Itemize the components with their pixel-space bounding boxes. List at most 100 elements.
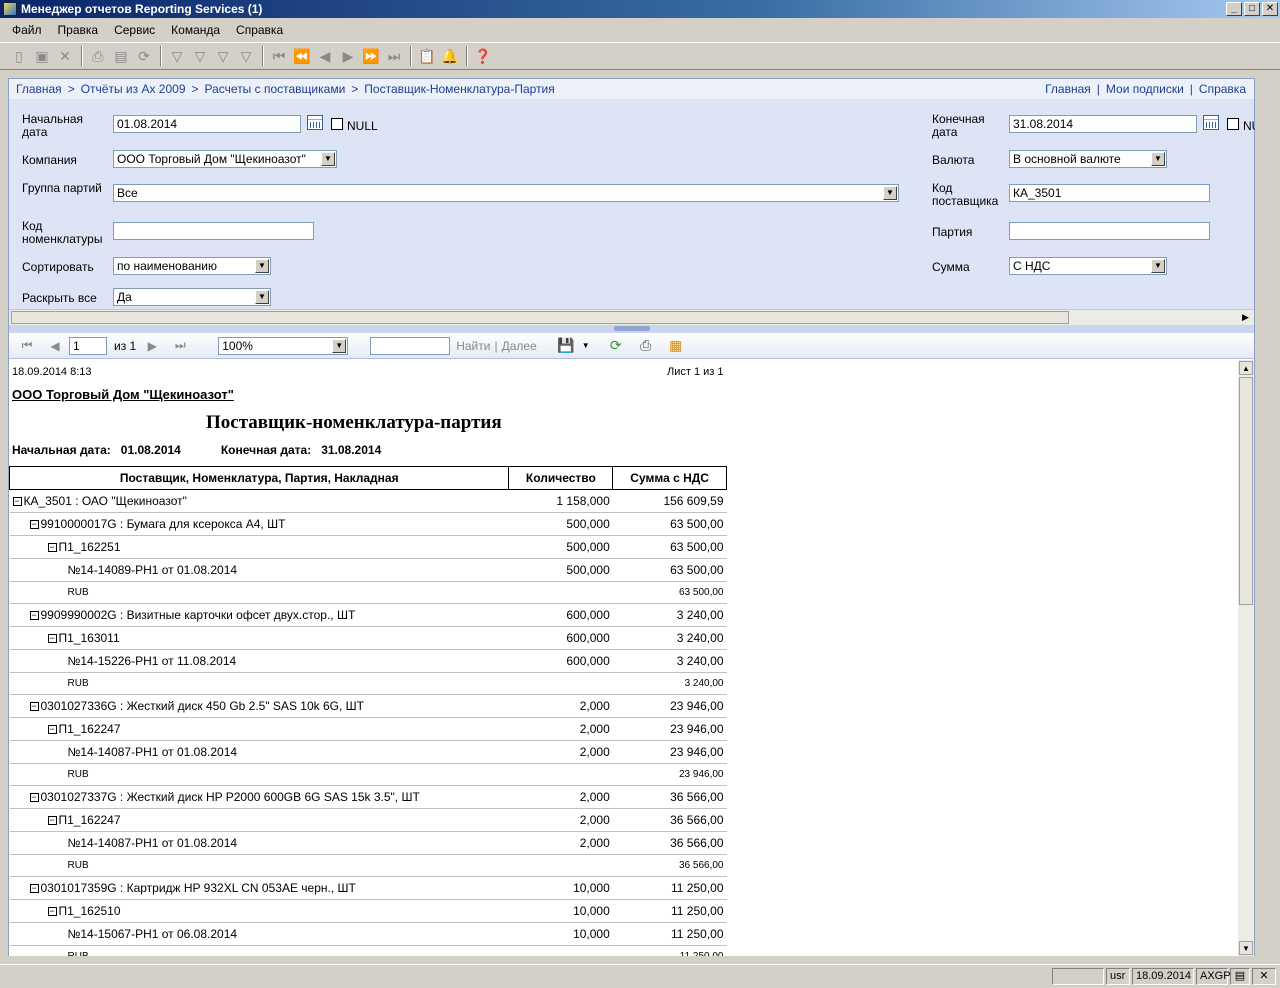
previous-record-icon[interactable]: ◀ <box>314 45 336 67</box>
data-feed-icon[interactable]: ▦ <box>667 337 685 355</box>
end-date-null-checkbox[interactable] <box>1227 118 1239 130</box>
party-input[interactable] <box>1009 222 1210 240</box>
nav-home-link[interactable]: Главная <box>1045 82 1091 96</box>
breadcrumb-current-report[interactable]: Поставщик-Номенклатура-Партия <box>364 82 554 96</box>
calendar-icon[interactable] <box>1203 115 1219 130</box>
collapse-toggle-icon[interactable]: − <box>29 520 39 530</box>
advanced-filter-icon[interactable]: ▽ <box>212 45 234 67</box>
zoom-select[interactable]: 100% ▼ <box>218 336 349 355</box>
parameters-splitter[interactable] <box>9 325 1254 333</box>
collapse-grip-icon[interactable] <box>614 326 650 331</box>
row-label: КА_3501 : ОАО "Щекиноазот" <box>23 494 187 508</box>
collapse-toggle-icon[interactable]: − <box>29 884 39 894</box>
start-date-null-checkbox[interactable] <box>331 118 343 130</box>
save-icon[interactable]: ▣ <box>31 45 53 67</box>
end-date-label: Конечная дата <box>932 112 985 139</box>
help-icon[interactable]: ❓ <box>472 45 494 67</box>
collapse-toggle-icon[interactable]: − <box>47 725 57 735</box>
cell-sum: 23 946,00 <box>612 694 727 718</box>
collapse-toggle-icon[interactable]: − <box>29 611 39 621</box>
sort-select[interactable]: по наименованию ▼ <box>113 257 271 275</box>
menu-edit[interactable]: Правка <box>52 23 105 37</box>
chevron-down-icon[interactable]: ▼ <box>255 290 269 304</box>
page-number-input[interactable]: 1 <box>69 336 107 355</box>
collapse-toggle-icon[interactable]: − <box>47 543 57 553</box>
refresh-icon[interactable]: ⟳ <box>133 45 155 67</box>
row-label: RUB <box>68 951 89 956</box>
chevron-down-icon[interactable]: ▼ <box>255 259 269 273</box>
collapse-toggle-icon[interactable]: − <box>47 907 57 917</box>
menu-command[interactable]: Команда <box>165 23 226 37</box>
filter-icon[interactable]: ▽ <box>166 45 188 67</box>
vendor-code-input[interactable]: КА_3501 <box>1009 184 1210 202</box>
party-group-select[interactable]: Все ▼ <box>113 184 899 202</box>
next-record-icon[interactable]: ▶ <box>337 45 359 67</box>
alert-bell-icon[interactable]: 🔔 <box>439 45 461 67</box>
menu-file[interactable]: Файл <box>6 23 48 37</box>
chevron-down-icon[interactable]: ▼ <box>577 337 595 355</box>
breadcrumb-vendor-settlements[interactable]: Расчеты с поставщиками <box>205 82 346 96</box>
sum-select[interactable]: С НДС ▼ <box>1009 257 1167 275</box>
close-button[interactable]: ✕ <box>1262 2 1278 16</box>
chevron-down-icon[interactable]: ▼ <box>1151 259 1165 273</box>
first-record-icon[interactable]: ⏮ <box>268 45 290 67</box>
currency-select[interactable]: В основной валюте ▼ <box>1009 150 1167 168</box>
status-close-icon[interactable]: ✕ <box>1252 968 1276 985</box>
new-icon[interactable]: ▯ <box>8 45 30 67</box>
menu-help[interactable]: Справка <box>230 23 289 37</box>
scrollbar-thumb[interactable] <box>11 311 1069 324</box>
scrollbar-thumb[interactable] <box>1239 377 1253 605</box>
export-icon[interactable]: 💾 <box>557 337 575 355</box>
maximize-button[interactable]: □ <box>1244 2 1260 16</box>
report-title: Поставщик-номенклатура-партия <box>206 412 502 433</box>
document-handling-icon[interactable]: 📋 <box>416 45 438 67</box>
item-code-input[interactable] <box>113 222 314 240</box>
report-vertical-scrollbar[interactable]: ▲ ▼ <box>1238 360 1254 956</box>
nav-subscriptions-link[interactable]: Мои подписки <box>1106 82 1184 96</box>
breadcrumb-home[interactable]: Главная <box>16 82 62 96</box>
chevron-down-icon[interactable]: ▼ <box>321 152 335 166</box>
print-preview-icon[interactable]: ▤ <box>110 45 132 67</box>
collapse-toggle-icon[interactable]: − <box>29 793 39 803</box>
menu-tools[interactable]: Сервис <box>108 23 161 37</box>
status-document-icon[interactable]: ▤ <box>1230 968 1250 985</box>
refresh-icon[interactable]: ⟳ <box>607 337 625 355</box>
chevron-down-icon[interactable]: ▼ <box>1151 152 1165 166</box>
last-record-icon[interactable]: ⏭ <box>383 45 405 67</box>
first-page-icon[interactable]: ⏮ <box>17 338 37 353</box>
filter-by-selection-icon[interactable]: ▽ <box>189 45 211 67</box>
collapse-toggle-icon[interactable]: − <box>47 634 57 644</box>
remove-filter-icon[interactable]: ▽ <box>235 45 257 67</box>
find-text-input[interactable] <box>370 336 451 355</box>
print-icon[interactable]: ⎙ <box>637 337 655 355</box>
app-icon <box>3 2 17 16</box>
previous-page-icon[interactable]: ⏪ <box>291 45 313 67</box>
last-page-icon[interactable]: ⏭ <box>170 338 190 353</box>
chevron-down-icon[interactable]: ▼ <box>883 186 897 200</box>
find-next-link[interactable]: Далее <box>502 339 537 353</box>
collapse-toggle-icon[interactable]: − <box>29 702 39 712</box>
find-link[interactable]: Найти <box>456 339 490 353</box>
previous-page-icon[interactable]: ◀ <box>45 339 65 353</box>
next-page-icon[interactable]: ⏩ <box>360 45 382 67</box>
calendar-icon[interactable] <box>307 115 323 130</box>
scroll-up-icon[interactable]: ▲ <box>1239 361 1253 375</box>
scroll-right-icon[interactable]: ▶ <box>1239 311 1252 324</box>
nav-help-link[interactable]: Справка <box>1199 82 1246 96</box>
company-select[interactable]: ООО Торговый Дом "Щекиноазот" ▼ <box>113 150 337 168</box>
next-page-icon[interactable]: ▶ <box>142 339 162 353</box>
collapse-toggle-icon[interactable]: − <box>47 816 57 826</box>
cell-quantity: 1 158,000 <box>508 489 613 513</box>
collapse-toggle-icon[interactable]: − <box>12 497 22 507</box>
expand-all-select[interactable]: Да ▼ <box>113 288 271 306</box>
print-icon[interactable]: ⎙ <box>87 45 109 67</box>
start-date-input[interactable]: 01.08.2014 <box>113 115 301 133</box>
chevron-down-icon[interactable]: ▼ <box>332 338 347 353</box>
scroll-down-icon[interactable]: ▼ <box>1239 941 1253 955</box>
end-date-input[interactable]: 31.08.2014 <box>1009 115 1197 133</box>
minimize-button[interactable]: _ <box>1226 2 1242 16</box>
breadcrumb-reports-ax2009[interactable]: Отчёты из Ax 2009 <box>81 82 186 96</box>
delete-icon[interactable]: ✕ <box>54 45 76 67</box>
parameters-horizontal-scrollbar[interactable]: ▶ <box>9 309 1254 325</box>
cell-sum: 11 250,00 <box>612 945 727 956</box>
